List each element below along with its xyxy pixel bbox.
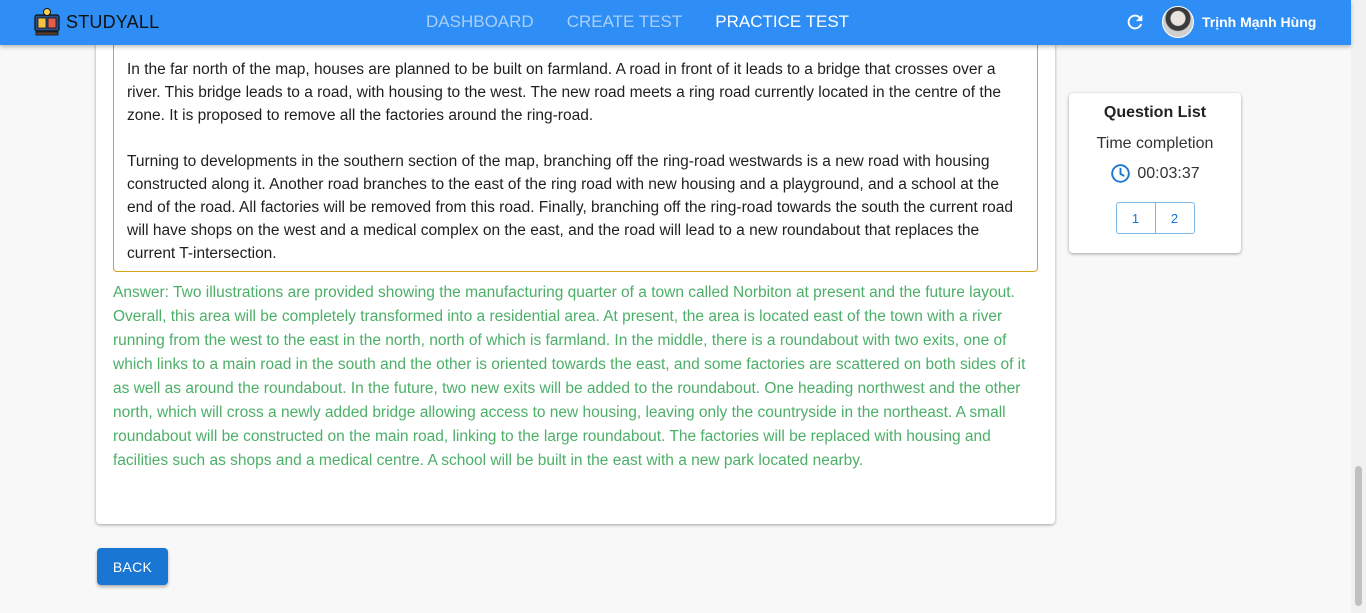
- scrollbar-thumb[interactable]: [1355, 466, 1362, 606]
- back-button[interactable]: BACK: [97, 548, 168, 585]
- brand-name: STUDYALL: [66, 11, 160, 32]
- top-app-bar: STUDYALL DASHBOARD CREATE TEST PRACTICE …: [0, 0, 1351, 45]
- question-number-button[interactable]: 2: [1155, 202, 1195, 234]
- user-name[interactable]: Trịnh Mạnh Hùng: [1202, 14, 1316, 30]
- nav-dashboard[interactable]: DASHBOARD: [426, 12, 534, 32]
- question-card: In the far north of the map, houses are …: [96, 30, 1055, 524]
- nav-create-test[interactable]: CREATE TEST: [567, 12, 683, 32]
- clock-icon: [1111, 164, 1131, 183]
- study-logo-icon: [34, 8, 60, 36]
- timer-value: 00:03:37: [1137, 164, 1200, 182]
- answer-text: Answer: Two illustrations are provided s…: [113, 284, 1026, 469]
- question-text-box: In the far north of the map, houses are …: [113, 30, 1038, 272]
- page-scrollbar[interactable]: [1351, 0, 1366, 613]
- brand-logo[interactable]: STUDYALL: [32, 7, 159, 37]
- question-list-title: Question List: [1103, 104, 1207, 121]
- question-paragraph: Turning to developments in the southern …: [127, 153, 1013, 262]
- question-list-panel: Question List Time completion 00:03:37 1…: [1069, 93, 1241, 253]
- question-number-button[interactable]: 1: [1115, 202, 1156, 234]
- question-number-group: 1 2: [1115, 202, 1195, 234]
- user-area: Trịnh Mạnh Hùng: [1124, 6, 1316, 38]
- refresh-icon[interactable]: [1124, 11, 1146, 33]
- nav-practice-test[interactable]: PRACTICE TEST: [715, 12, 849, 32]
- timer: 00:03:37: [1069, 163, 1241, 184]
- time-completion-label: Time completion: [1096, 135, 1214, 152]
- question-paragraph: In the far north of the map, houses are …: [127, 61, 1001, 124]
- main-nav: DASHBOARD CREATE TEST PRACTICE TEST: [426, 12, 882, 32]
- user-avatar[interactable]: [1162, 6, 1194, 38]
